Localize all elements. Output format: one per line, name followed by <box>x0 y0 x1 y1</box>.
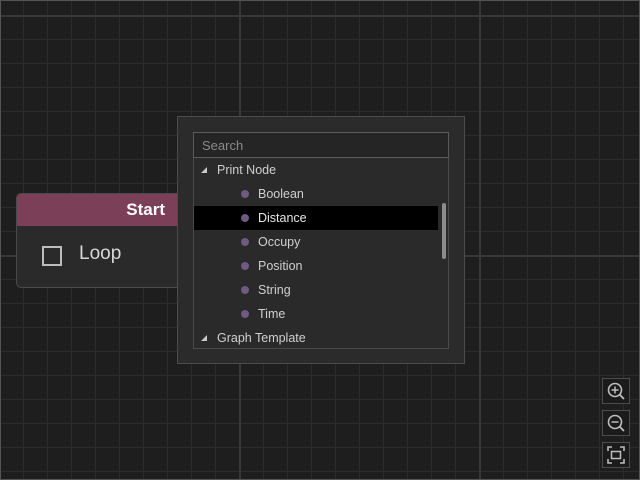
tree-item-time[interactable]: Time <box>194 302 438 326</box>
node-dot-icon <box>241 286 249 294</box>
node-tree: Print Node Boolean Distance Occupy Posit… <box>193 158 449 349</box>
node-dot-icon <box>241 238 249 246</box>
tree-item-position[interactable]: Position <box>194 254 438 278</box>
tree-item-boolean[interactable]: Boolean <box>194 182 438 206</box>
expand-arrow-icon[interactable] <box>201 167 207 173</box>
tree-group-label: Graph Template <box>217 331 306 345</box>
zoom-in-button[interactable] <box>602 378 630 404</box>
tree-item-distance[interactable]: Distance <box>194 206 438 230</box>
tree-group-print-node[interactable]: Print Node <box>194 158 438 182</box>
tree-item-label: Distance <box>258 211 307 225</box>
zoom-out-icon <box>607 414 625 432</box>
tree-group-graph-template[interactable]: Graph Template <box>194 326 438 348</box>
tree-scrollbar[interactable] <box>442 203 446 259</box>
expand-arrow-icon[interactable] <box>201 335 207 341</box>
zoom-in-icon <box>607 382 625 400</box>
tree-item-label: Time <box>258 307 286 321</box>
tree-item-label: Occupy <box>258 235 301 249</box>
node-dot-icon <box>241 262 249 270</box>
tree-item-string[interactable]: String <box>194 278 438 302</box>
tree-group-label: Print Node <box>217 163 277 177</box>
node-dot-icon <box>241 190 249 198</box>
tree-item-label: Boolean <box>258 187 304 201</box>
loop-label: Loop <box>79 243 122 264</box>
tree-item-occupy[interactable]: Occupy <box>194 230 438 254</box>
node-dot-icon <box>241 214 249 222</box>
node-search-popup: Print Node Boolean Distance Occupy Posit… <box>177 116 465 364</box>
node-dot-icon <box>241 310 249 318</box>
loop-checkbox[interactable] <box>42 246 62 266</box>
tree-item-label: String <box>258 283 291 297</box>
zoom-out-button[interactable] <box>602 410 630 436</box>
search-input[interactable] <box>193 132 449 158</box>
tree-item-label: Position <box>258 259 303 273</box>
fit-view-button[interactable] <box>602 442 630 468</box>
fit-view-icon <box>607 446 625 464</box>
